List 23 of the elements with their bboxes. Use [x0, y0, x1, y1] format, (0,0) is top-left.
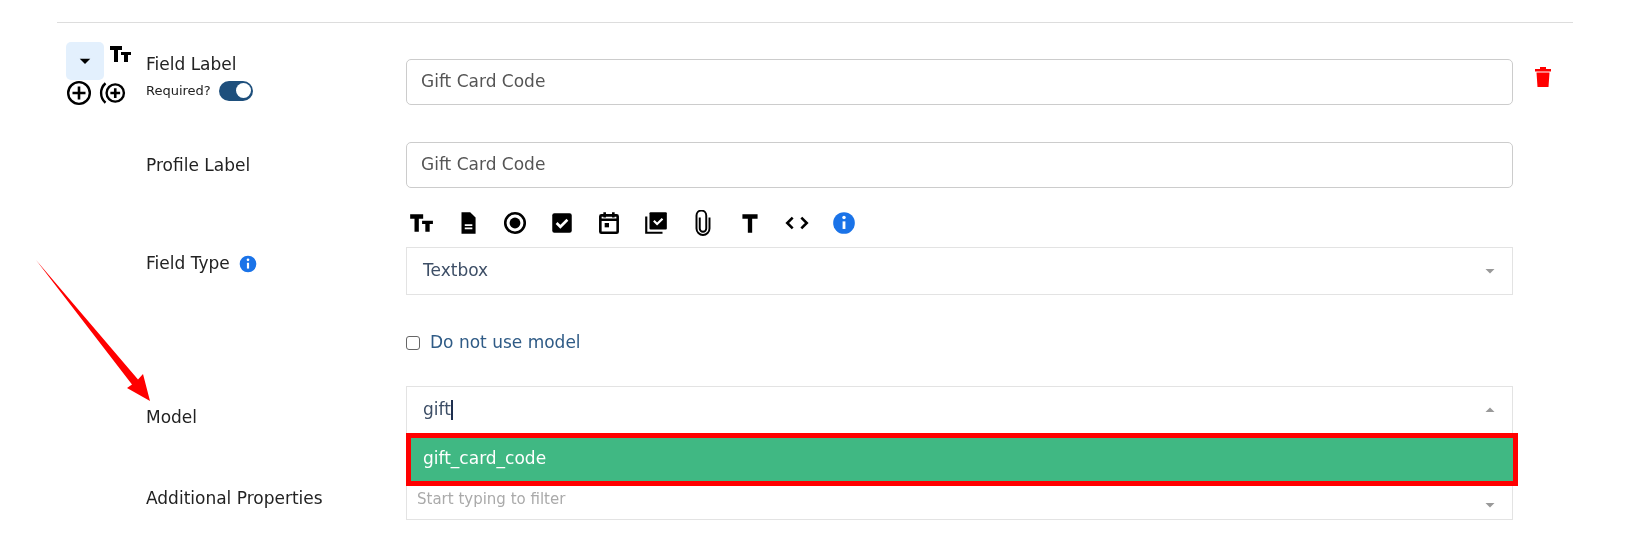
info-icon	[237, 254, 258, 274]
additional-properties-text: Additional Properties	[146, 487, 323, 508]
field-type-text: Field Type	[146, 252, 230, 276]
placeholder-text: Start typing to filter	[417, 489, 566, 510]
calendar-icon[interactable]	[596, 210, 622, 236]
model-input-value[interactable]: gift	[423, 396, 451, 423]
checkbox-stack-icon[interactable]	[643, 210, 669, 236]
add-circle-icon[interactable]	[66, 80, 92, 106]
required-label: Required?	[146, 81, 211, 100]
model-label-text: Model	[146, 406, 198, 427]
profile-label-input[interactable]: Gift Card Code	[406, 142, 1513, 188]
collapse-button[interactable]	[66, 42, 104, 80]
checkbox-icon[interactable]	[549, 210, 575, 236]
field-label-text: Field Label	[146, 53, 238, 76]
checkbox-label[interactable]: Do not use model	[430, 330, 581, 356]
field-type-select[interactable]: Textbox	[406, 247, 1513, 295]
field-label-input[interactable]: Gift Card Code	[406, 59, 1513, 105]
profile-label-text: Profile Label	[146, 155, 251, 175]
radio-button-icon[interactable]	[502, 210, 528, 236]
info-icon	[831, 210, 857, 236]
model-select[interactable]: gift	[406, 385, 1513, 434]
required-toggle[interactable]	[218, 80, 253, 101]
checkbox[interactable]	[406, 335, 420, 350]
